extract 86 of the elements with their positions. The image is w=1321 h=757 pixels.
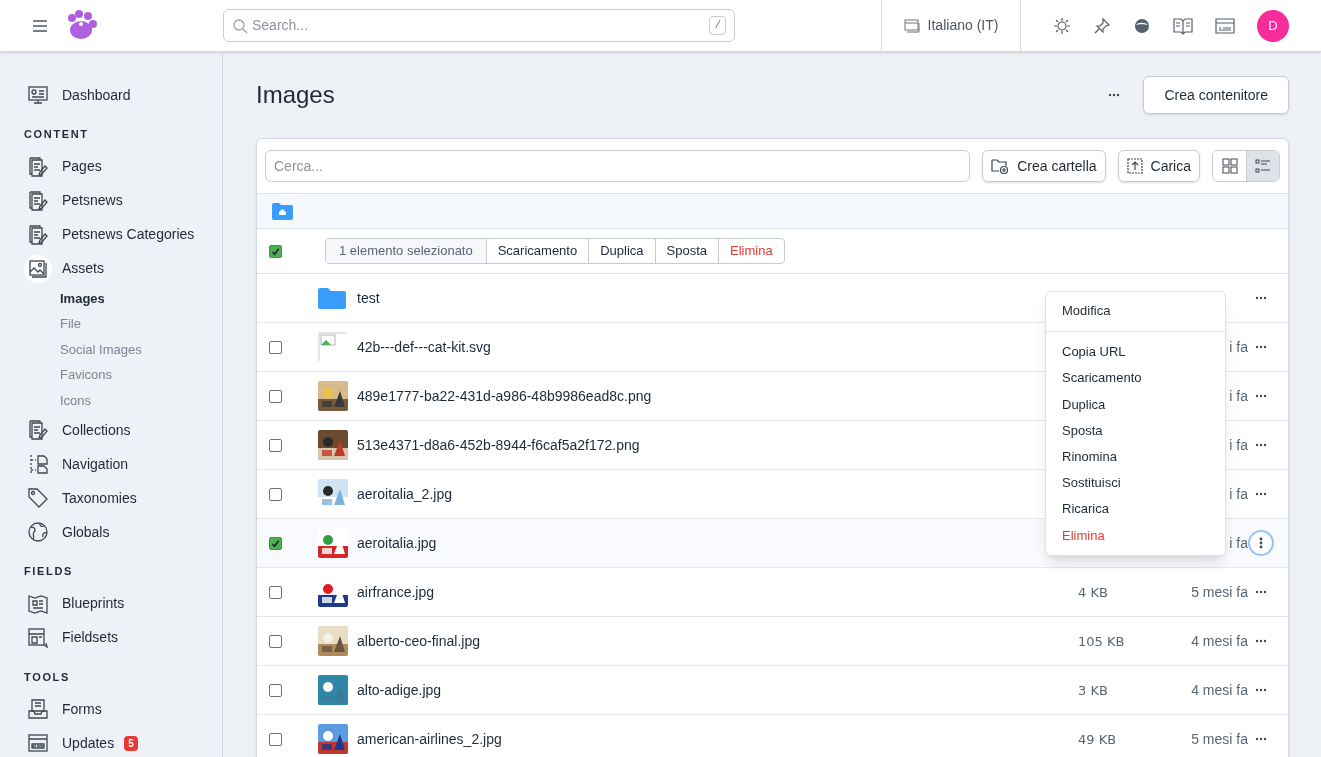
nav-item[interactable]: Blueprints [62, 593, 125, 614]
menu-item[interactable]: Scaricamento [1046, 365, 1225, 392]
page-title: Images [256, 80, 336, 110]
file-name[interactable]: american-airlines_2.jpg [357, 728, 1078, 750]
modified-date: i fa [1229, 485, 1248, 502]
file-size: 49 KB [1078, 731, 1117, 747]
file-size: 105 KB [1078, 633, 1125, 649]
nav-item[interactable]: Forms [62, 698, 102, 720]
list-icon [1255, 158, 1271, 174]
bulk-action-button[interactable]: Sposta [654, 239, 719, 263]
bulk-action-button[interactable]: Elimina [718, 239, 784, 263]
grid-icon [1221, 158, 1238, 174]
menu-item[interactable]: Duplica [1046, 391, 1225, 418]
folder-icon [318, 287, 346, 309]
modified-date: 4 mesi fa [1191, 632, 1248, 649]
create-container-button[interactable]: Crea contenitore [1143, 76, 1289, 114]
broken-image-icon [318, 332, 348, 362]
menu-item[interactable]: Elimina [1046, 522, 1225, 549]
checkbox[interactable] [269, 389, 282, 403]
nav-item[interactable]: Fieldsets [62, 627, 119, 648]
more-button[interactable] [1250, 532, 1272, 554]
menu-item[interactable]: Sostituisci [1046, 470, 1225, 497]
menu-item[interactable]: Ricarica [1046, 496, 1225, 523]
pin-icon[interactable] [1093, 16, 1111, 35]
bulk-action-button[interactable]: Duplica [588, 239, 655, 263]
book-icon[interactable] [1173, 16, 1193, 35]
modified-date: i fa [1229, 338, 1248, 355]
selection-count: 1 elemento selezionato [326, 239, 486, 263]
nav-subitem[interactable]: Icons [60, 387, 222, 413]
shortcut-key: / [709, 16, 726, 35]
upload-button[interactable]: Carica [1117, 150, 1200, 182]
menu-item[interactable]: Rinomina [1046, 443, 1225, 471]
contrast-icon[interactable] [1133, 16, 1151, 35]
nav-item[interactable]: Collections [62, 419, 131, 441]
nav-item[interactable]: Petsnews Categories [62, 224, 195, 245]
file-name[interactable]: alberto-ceo-final.jpg [357, 630, 1078, 652]
checkbox[interactable] [269, 438, 282, 452]
nav-item[interactable]: Assets [62, 258, 104, 279]
domain-icon[interactable] [1215, 16, 1235, 35]
modified-date: i fa [1229, 436, 1248, 453]
checkbox[interactable] [269, 244, 282, 258]
modified-date: i fa [1229, 534, 1248, 551]
home-folder-icon[interactable] [272, 202, 293, 220]
checkbox[interactable] [269, 340, 282, 354]
upload-icon [1126, 158, 1143, 174]
nav-item[interactable]: Globals [62, 521, 110, 543]
search-bar[interactable]: Search... / [223, 9, 735, 42]
section-heading: CONTENT [24, 127, 90, 142]
avatar[interactable]: D [1257, 9, 1289, 42]
new-folder-button[interactable]: Crea cartella [982, 150, 1106, 182]
checkbox[interactable] [269, 487, 282, 501]
modified-date: 4 mesi fa [1191, 681, 1248, 698]
file-size: 4 KB [1078, 584, 1108, 600]
nav-item[interactable]: Navigation [62, 453, 129, 475]
search-icon [232, 17, 248, 34]
checkbox[interactable] [269, 683, 282, 697]
menu-item[interactable]: Copia URL [1046, 339, 1225, 366]
site-selector[interactable]: Italiano (IT) [927, 15, 999, 36]
folder-plus-icon [991, 158, 1010, 174]
section-heading: TOOLS [24, 669, 71, 685]
menu-icon[interactable] [32, 18, 48, 33]
menu-item[interactable]: Modifica [1046, 298, 1225, 325]
nav-item[interactable]: Pages [62, 156, 102, 177]
nav-subitem[interactable]: Images [60, 285, 222, 311]
search-field[interactable]: Search... [252, 15, 706, 36]
checkbox[interactable] [269, 585, 282, 599]
modified-date: 5 mesi fa [1191, 730, 1248, 747]
modified-date: i fa [1229, 387, 1248, 404]
nav-item[interactable]: Petsnews [62, 190, 123, 211]
search-field[interactable]: Cerca... [265, 150, 971, 182]
file-size: 3 KB [1078, 682, 1108, 698]
window-icon [903, 18, 920, 33]
checkbox[interactable] [269, 732, 282, 746]
menu-item[interactable]: Sposta [1046, 417, 1225, 444]
checkbox[interactable] [269, 634, 282, 648]
checkbox[interactable] [269, 536, 282, 550]
section-heading: FIELDS [24, 564, 74, 579]
file-name[interactable]: airfrance.jpg [357, 581, 1078, 603]
nav-item[interactable]: Taxonomies [62, 487, 137, 509]
count-badge: 5 [124, 735, 138, 751]
nav-item[interactable]: Updates [62, 732, 115, 754]
nav-item[interactable]: Dashboard [62, 84, 131, 106]
sun-icon[interactable] [1053, 16, 1071, 35]
modified-date: 5 mesi fa [1191, 583, 1248, 600]
file-name[interactable]: alto-adige.jpg [357, 679, 1078, 701]
bulk-action-button[interactable]: Scaricamento [485, 239, 589, 263]
